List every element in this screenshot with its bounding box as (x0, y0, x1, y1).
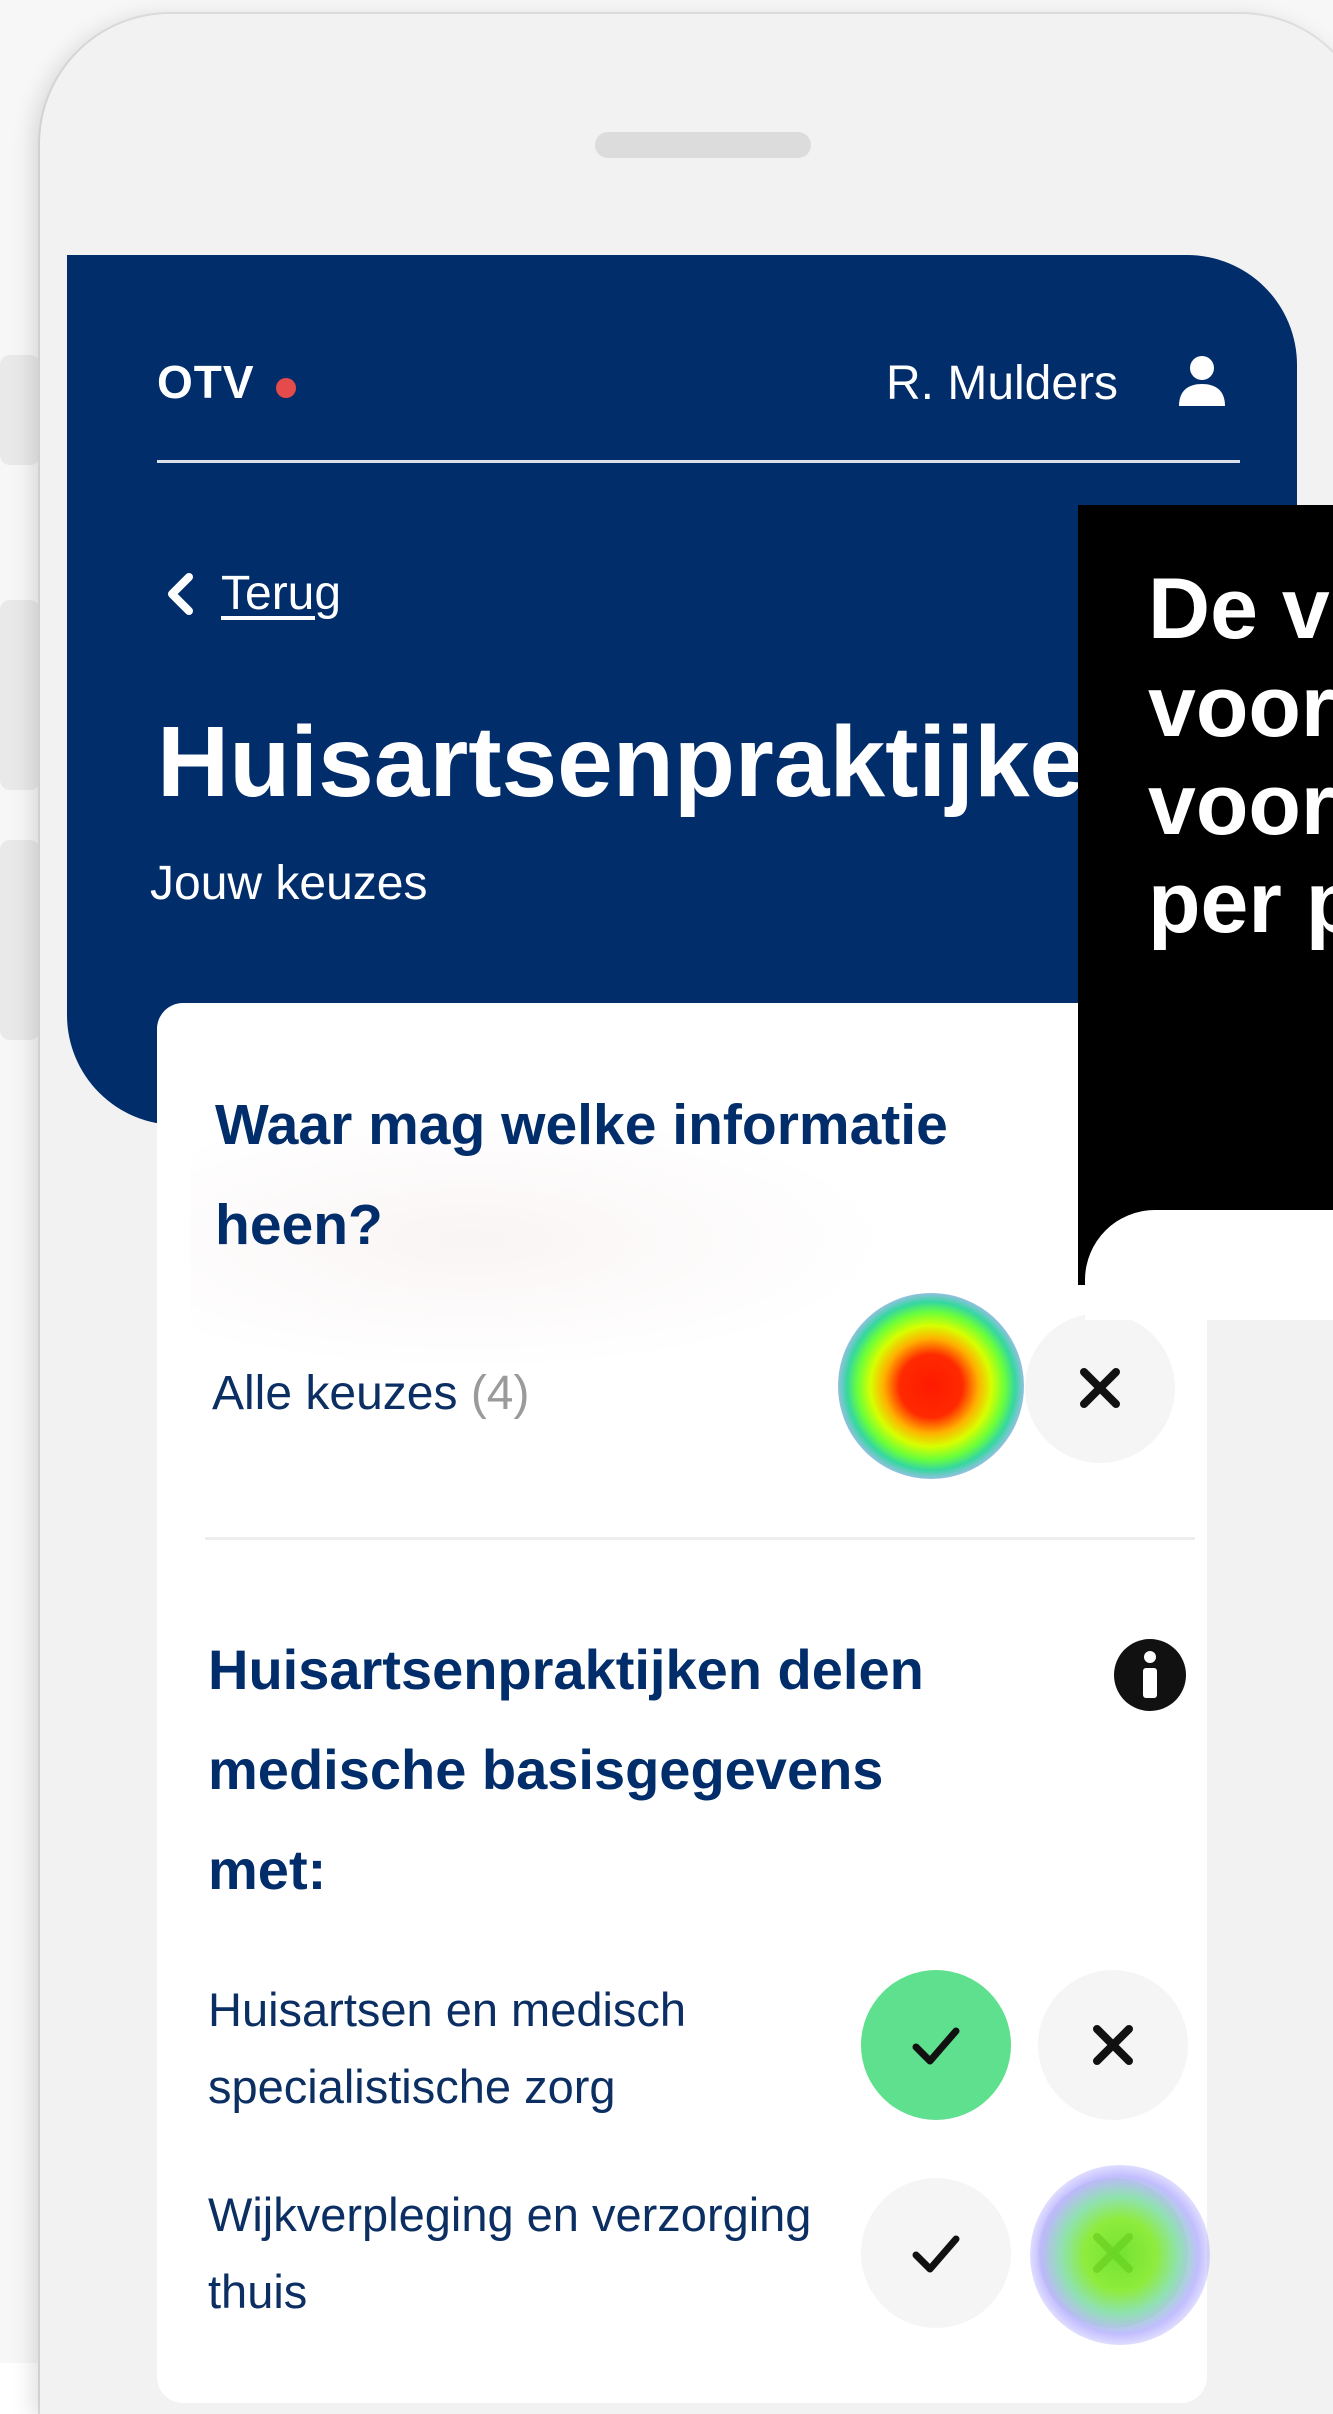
background-element (0, 355, 40, 465)
all-choices-text: Alle keuzes (212, 1367, 458, 1420)
callout-notch (1085, 1210, 1333, 1320)
close-icon (1093, 2025, 1133, 2065)
check-icon (912, 2027, 960, 2065)
section-title: Huisartsenpraktijken delen medische basi… (208, 1638, 924, 1901)
accept-button[interactable] (861, 1970, 1011, 2120)
reject-button[interactable] (1038, 2178, 1188, 2328)
user-name[interactable]: R. Mulders (886, 356, 1118, 411)
callout-text: De v voor voor per p (1148, 561, 1333, 951)
all-choices-label: Alle keuzes (4) (212, 1366, 529, 1421)
phone-notch (595, 132, 811, 158)
section-divider (205, 1537, 1195, 1540)
back-link[interactable]: Terug (221, 566, 341, 621)
background-element (0, 600, 40, 790)
background-element (0, 840, 40, 1040)
reject-all-button[interactable] (1025, 1313, 1175, 1463)
accept-button[interactable] (861, 2178, 1011, 2328)
check-icon (912, 2235, 960, 2273)
card-title: Waar mag welke informatie heen? (215, 1093, 948, 1257)
row-label: Wijkverpleging en verzorging thuis (208, 2188, 812, 2318)
close-icon (1080, 1368, 1120, 1408)
page-subtitle: Jouw keuzes (150, 857, 428, 910)
reject-button[interactable] (1038, 1970, 1188, 2120)
brand-dot (276, 378, 296, 398)
page-title: Huisartsenpraktijken (157, 706, 1147, 818)
header-divider (157, 460, 1240, 463)
all-choices-count: (4) (470, 1367, 530, 1420)
chevron-left-icon[interactable] (164, 572, 196, 616)
row-label: Huisartsen en medisch specialistische zo… (208, 1983, 687, 2113)
accept-all-button[interactable] (854, 1313, 1004, 1463)
info-icon[interactable] (1112, 1637, 1188, 1713)
close-icon (1093, 2233, 1133, 2273)
brand-logo: OTV (157, 356, 255, 408)
user-icon[interactable] (1177, 354, 1227, 408)
check-icon (905, 1370, 953, 1408)
